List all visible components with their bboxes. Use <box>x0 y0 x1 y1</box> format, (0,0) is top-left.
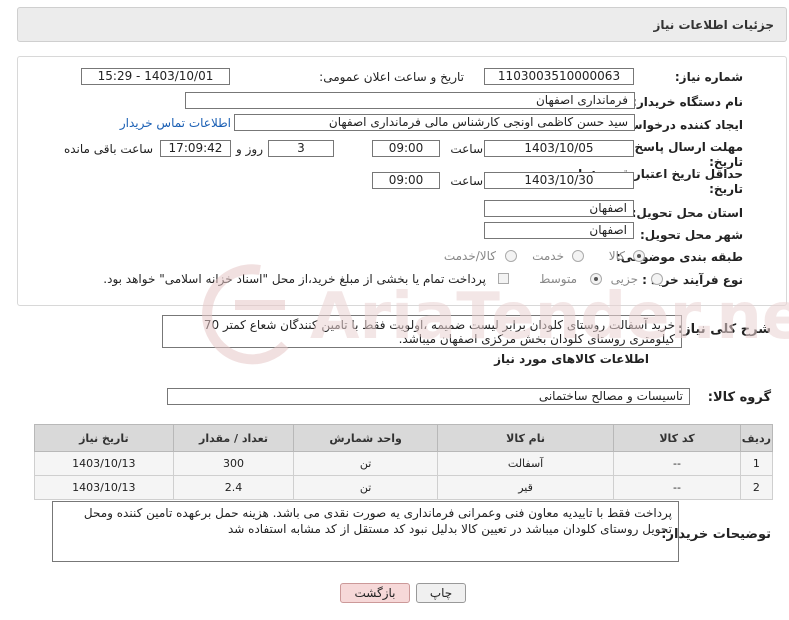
remaining-time-field[interactable]: 17:09:42 <box>160 140 231 157</box>
process-medium-radio[interactable] <box>590 273 602 285</box>
buyer-org-label: نام دستگاه خریدار: <box>632 95 743 109</box>
announce-label: تاریخ و ساعت اعلان عمومی: <box>319 70 464 84</box>
col-date-header: تاریخ نیاز <box>34 424 174 452</box>
announce-field[interactable]: 1403/10/01 - 15:29 <box>81 68 230 85</box>
creator-field[interactable]: سید حسن کاظمی اونجی کارشناس مالی فرماندا… <box>234 114 635 131</box>
reply-deadline-label: مهلت ارسال پاسخ: تا <box>616 140 744 154</box>
item-date: 1403/10/13 <box>34 451 174 476</box>
validity-time-field[interactable]: 09:00 <box>372 172 440 189</box>
process-note: پرداخت تمام یا بخشی از مبلغ خرید،از محل … <box>103 272 486 286</box>
page-header: جزئیات اطلاعات نیاز <box>17 7 787 42</box>
item-unit: تن <box>293 451 438 476</box>
item-code: -- <box>613 451 741 476</box>
item-name: قیر <box>436 475 615 500</box>
days-label: روز و <box>236 142 263 156</box>
table-row: 2 -- قیر تن 2.4 1403/10/13 <box>34 475 774 500</box>
category-goods-label: کالا <box>608 249 625 263</box>
reply-date-field[interactable]: 1403/10/05 <box>484 140 634 157</box>
reply-time-label: ساعت <box>450 142 483 156</box>
col-name-header: نام کالا <box>436 424 615 452</box>
category-both-label: کالا/خدمت <box>443 249 496 263</box>
validity-time-label: ساعت <box>450 174 483 188</box>
days-field[interactable]: 3 <box>268 140 334 157</box>
back-button[interactable]: بازگشت <box>340 583 410 603</box>
item-qty: 300 <box>172 451 295 476</box>
print-button[interactable]: چاپ <box>416 583 466 603</box>
item-code: -- <box>613 475 741 500</box>
need-number-field[interactable]: 1103003510000063 <box>484 68 634 85</box>
goods-table: ردیف کد کالا نام کالا واحد شمارش تعداد /… <box>34 424 774 500</box>
item-unit: تن <box>293 475 438 500</box>
category-service-radio[interactable] <box>572 250 584 262</box>
remaining-label: ساعت باقی مانده <box>63 142 153 156</box>
process-minor-label: جزیی <box>610 272 638 286</box>
notes-text[interactable]: پرداخت فقط با تاییدیه معاون فنی وعمرانی … <box>52 501 679 562</box>
city-field[interactable]: اصفهان <box>484 222 634 239</box>
reply-time-field[interactable]: 09:00 <box>372 140 440 157</box>
contact-info-link[interactable]: اطلاعات تماس خریدار <box>120 116 231 130</box>
item-qty: 2.4 <box>172 475 295 500</box>
treasury-checkbox[interactable] <box>498 273 509 284</box>
category-both-radio[interactable] <box>505 250 517 262</box>
process-medium-label: متوسط <box>539 272 577 286</box>
city-label: شهر محل تحویل: <box>639 228 743 242</box>
province-field[interactable]: اصفهان <box>484 200 634 217</box>
summary-label: شرح کلی نیاز: <box>677 322 771 337</box>
need-number-label: شماره نیاز: <box>674 70 743 84</box>
col-qty-header: تعداد / مقدار <box>172 424 295 452</box>
item-name: آسفالت <box>436 451 615 476</box>
process-minor-radio[interactable] <box>651 273 663 285</box>
row-index: 1 <box>739 451 774 476</box>
goods-group-field[interactable]: تاسیسات و مصالح ساختمانی <box>167 388 690 405</box>
goods-section-title: اطلاعات کالاهای مورد نیاز <box>494 352 649 366</box>
buyer-org-field[interactable]: فرمانداری اصفهان <box>185 92 635 109</box>
summary-text[interactable]: خرید آسفالت روستای کلودان برابر لیست ضمی… <box>162 315 682 348</box>
col-row-header: ردیف <box>739 424 774 452</box>
validity-date-field[interactable]: 1403/10/30 <box>484 172 634 189</box>
validity-label-date: تاریخ: <box>709 182 743 196</box>
item-date: 1403/10/13 <box>34 475 174 500</box>
row-index: 2 <box>739 475 774 500</box>
category-goods-radio[interactable] <box>633 250 645 262</box>
page-title: جزئیات اطلاعات نیاز <box>653 18 774 32</box>
col-unit-header: واحد شمارش <box>293 424 438 452</box>
category-service-label: خدمت <box>532 249 564 263</box>
goods-group-label: گروه کالا: <box>707 390 771 405</box>
table-row: 1 -- آسفالت تن 300 1403/10/13 <box>34 451 774 476</box>
province-label: استان محل تحویل: <box>631 206 743 220</box>
col-code-header: کد کالا <box>613 424 741 452</box>
